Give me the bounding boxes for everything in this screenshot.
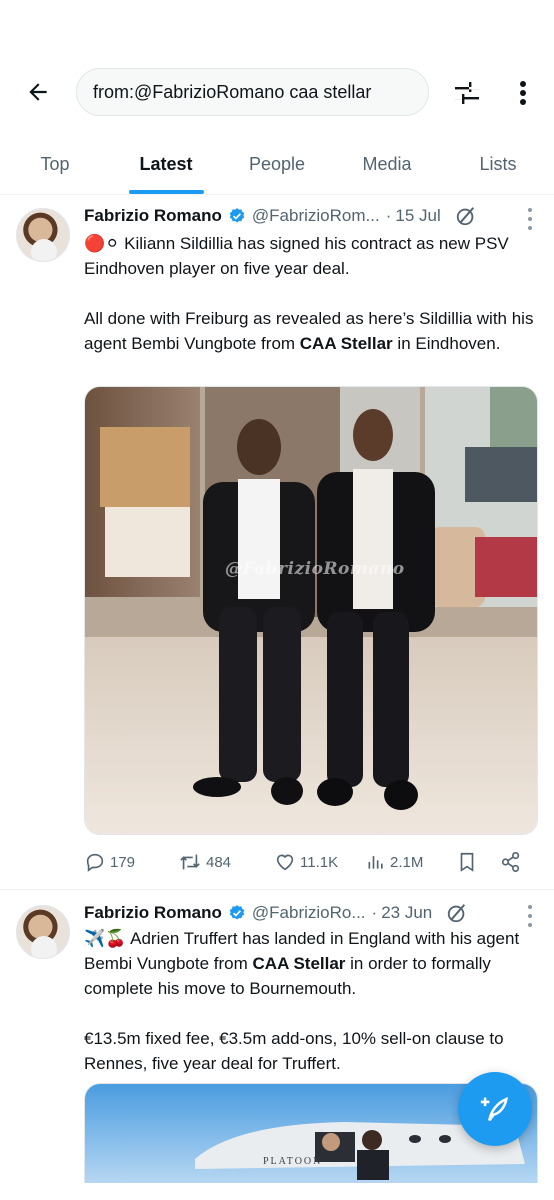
search-header: from:@FabrizioRomano caa stellar [0, 60, 554, 124]
more-options-button[interactable] [508, 74, 538, 112]
bookmark-button[interactable] [456, 847, 482, 877]
vertical-dots-icon [520, 81, 526, 105]
search-tabs: Top Latest People Media Lists [0, 140, 554, 195]
tweet-header: Fabrizio Romano @FabrizioRom... · 15 Jul [84, 204, 536, 228]
view-count: 2.1M [390, 853, 424, 871]
tab-lists[interactable]: Lists [442, 140, 554, 194]
back-button[interactable] [20, 74, 56, 110]
tweet-date[interactable]: 15 Jul [395, 206, 440, 226]
sliders-icon [455, 82, 479, 104]
separator-dot: · [385, 206, 392, 225]
author-handle[interactable]: @FabrizioRo... [252, 903, 366, 923]
like-button[interactable]: 11.1K [274, 847, 338, 877]
arrow-left-icon [29, 83, 47, 101]
tweet-actions: 179 484 11.1K 2.1M [84, 847, 538, 877]
retweet-icon [180, 854, 200, 870]
author-name[interactable]: Fabrizio Romano [84, 903, 222, 923]
author-name[interactable]: Fabrizio Romano [84, 206, 222, 226]
avatar[interactable] [16, 208, 70, 262]
emoji: 🔴⚪ [84, 234, 120, 253]
photo-watermark: @FabrizioRomano [225, 559, 405, 579]
verified-badge-icon [228, 207, 246, 225]
reply-icon [86, 853, 104, 872]
tweet-photo[interactable]: @FabrizioRomano [84, 386, 538, 835]
views-button[interactable]: 2.1M [366, 847, 423, 877]
tweet-header: Fabrizio Romano @FabrizioRo... · 23 Jun [84, 901, 536, 925]
emoji: ✈️🍒 [84, 929, 127, 948]
tab-people[interactable]: People [222, 140, 332, 194]
grok-icon[interactable] [446, 902, 468, 924]
tweet-more-button[interactable] [526, 905, 534, 927]
tweet-text: 🔴⚪ Kiliann Sildillia has signed his cont… [84, 234, 534, 353]
analytics-icon [368, 856, 383, 869]
separator-dot: · [371, 903, 378, 922]
tab-latest[interactable]: Latest [110, 140, 222, 194]
avatar[interactable] [16, 905, 70, 959]
tab-top[interactable]: Top [0, 140, 110, 194]
share-icon [501, 852, 520, 872]
tweet[interactable]: Fabrizio Romano @FabrizioRom... · 15 Jul… [0, 196, 554, 890]
search-query: from:@FabrizioRomano caa stellar [93, 81, 372, 102]
grok-icon[interactable] [455, 205, 477, 227]
reply-count: 179 [110, 853, 136, 871]
like-count: 11.1K [300, 853, 339, 871]
active-tab-indicator [129, 190, 204, 194]
mention-bold: CAA Stellar [299, 334, 393, 353]
mention-bold: CAA Stellar [252, 954, 346, 973]
compose-button[interactable] [458, 1072, 532, 1146]
author-handle[interactable]: @FabrizioRom... [252, 206, 380, 226]
jet-livery-text: PLATOON [263, 1156, 323, 1167]
tweet-more-button[interactable] [526, 208, 534, 230]
search-input[interactable]: from:@FabrizioRomano caa stellar [76, 68, 429, 116]
tweet[interactable]: Fabrizio Romano @FabrizioRo... · 23 Jun … [0, 891, 554, 1200]
verified-badge-icon [228, 904, 246, 922]
retweet-button[interactable]: 484 [178, 847, 231, 877]
share-button[interactable] [500, 847, 526, 877]
photo-two-men-in-suits [85, 387, 537, 834]
retweet-count: 484 [206, 853, 232, 871]
tweet-text: ✈️🍒 Adrien Truffert has landed in Englan… [84, 929, 520, 1073]
filter-button[interactable] [448, 74, 486, 112]
tweet-date[interactable]: 23 Jun [381, 903, 432, 923]
reply-button[interactable]: 179 [84, 847, 135, 877]
bookmark-icon [460, 852, 474, 872]
compose-feather-icon [480, 1096, 508, 1122]
tab-media[interactable]: Media [332, 140, 442, 194]
heart-icon [276, 854, 294, 871]
